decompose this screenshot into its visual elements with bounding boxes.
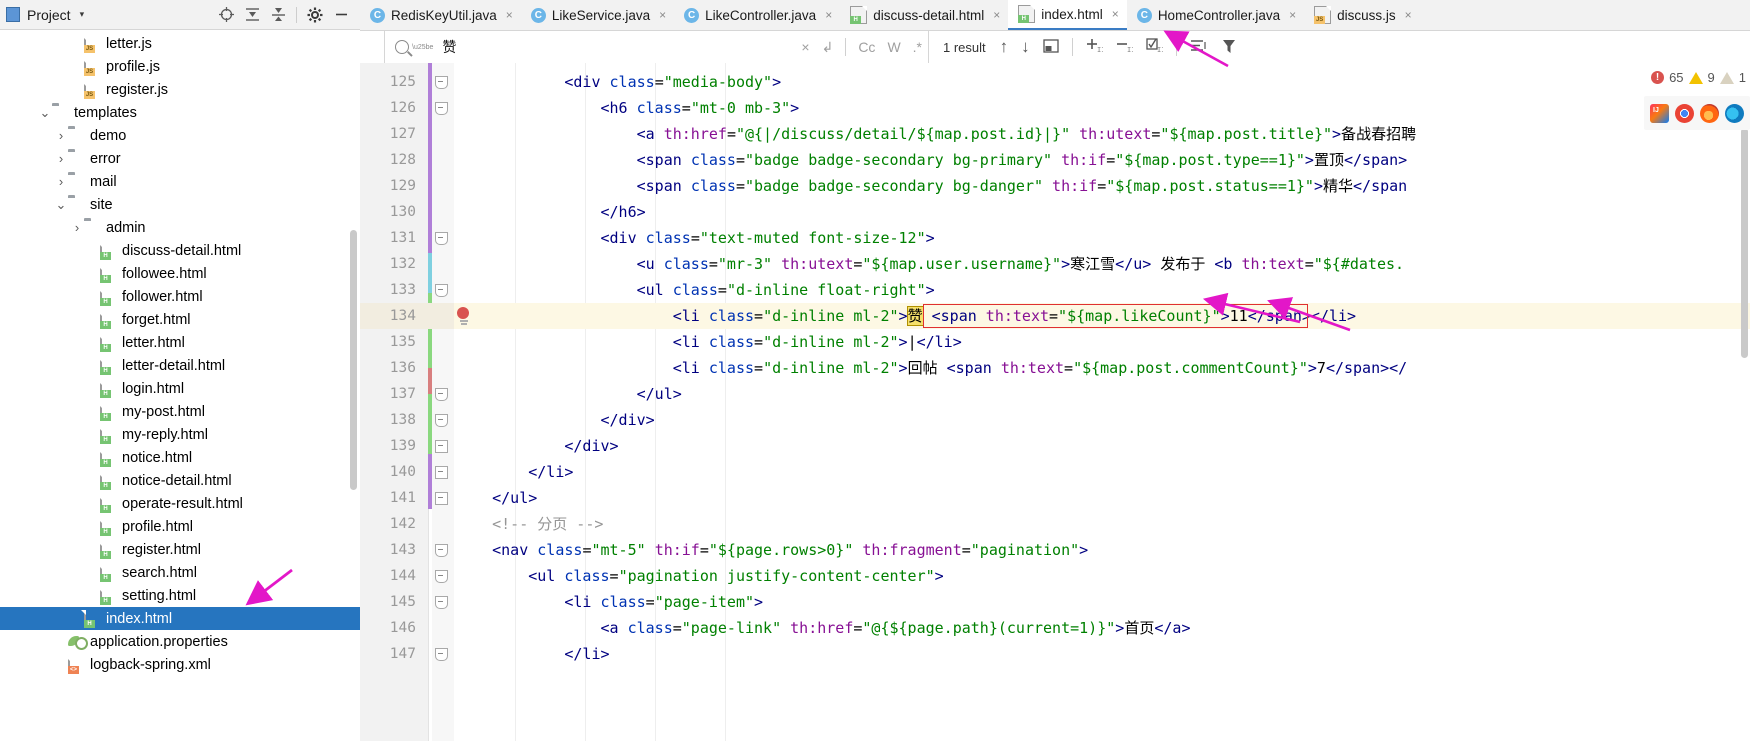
intellij-window: Project ▾ JS letter.js JS profile.js JS regis… xyxy=(0,0,1750,741)
annotation-arrow-toolbar xyxy=(245,30,1351,606)
